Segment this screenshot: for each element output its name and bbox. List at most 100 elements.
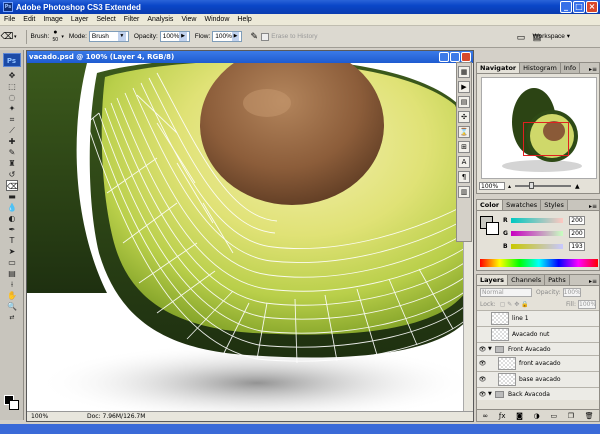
color-spectrum-bar[interactable] bbox=[480, 259, 598, 267]
clone-stamp-tool-icon[interactable]: ♜ bbox=[6, 158, 18, 169]
tab-color[interactable]: Color bbox=[477, 200, 504, 210]
menu-layer[interactable]: Layer bbox=[67, 16, 93, 23]
menu-view[interactable]: View bbox=[177, 16, 200, 23]
close-button[interactable]: × bbox=[586, 1, 598, 13]
tab-histogram[interactable]: Histogram bbox=[520, 63, 561, 73]
fill-input[interactable]: 100% bbox=[578, 299, 596, 309]
navigator-zoom-slider[interactable] bbox=[515, 182, 572, 189]
opacity-input[interactable]: 100% ▶ bbox=[159, 31, 190, 42]
eye-icon[interactable]: 👁 bbox=[477, 346, 488, 353]
zoom-tool-icon[interactable]: 🔍 bbox=[6, 301, 18, 312]
brushes-panel-icon[interactable]: ▦ bbox=[458, 66, 470, 78]
history-brush-tool-icon[interactable]: ↺ bbox=[6, 169, 18, 180]
actions-panel-icon[interactable]: ⊞ bbox=[458, 141, 470, 153]
hand-tool-icon[interactable]: ✋ bbox=[6, 290, 18, 301]
background-color-swatch[interactable] bbox=[9, 400, 19, 410]
doc-minimize-button[interactable] bbox=[439, 52, 449, 62]
document-size[interactable]: Doc: 7.96M/126.7M bbox=[87, 412, 145, 421]
swap-colors-icon[interactable]: ⇄ bbox=[6, 312, 18, 323]
navigator-thumbnail[interactable] bbox=[481, 77, 597, 179]
brushes-palette-icon[interactable]: ▭ bbox=[514, 30, 528, 44]
expand-triangle-icon[interactable]: ▼ bbox=[488, 391, 495, 397]
layer-comps-panel-icon[interactable]: ▤ bbox=[458, 96, 470, 108]
tab-styles[interactable]: Styles bbox=[541, 200, 568, 210]
maximize-button[interactable]: □ bbox=[573, 1, 585, 13]
red-slider[interactable] bbox=[511, 217, 563, 223]
tab-swatches[interactable]: Swatches bbox=[503, 200, 542, 210]
eraser-tool-preset-icon[interactable]: ⌫ bbox=[0, 30, 14, 44]
layer-row[interactable]: Avacado nut bbox=[477, 326, 599, 342]
path-selection-tool-icon[interactable]: ➤ bbox=[6, 246, 18, 257]
navigator-zoom-input[interactable]: 100% bbox=[479, 182, 505, 190]
layer-style-icon[interactable]: ƒx bbox=[499, 412, 506, 420]
new-layer-icon[interactable]: ❐ bbox=[568, 412, 574, 420]
measurement-log-panel-icon[interactable]: ▥ bbox=[458, 186, 470, 198]
adjustment-layer-icon[interactable]: ◑ bbox=[534, 412, 540, 420]
tab-navigator[interactable]: Navigator bbox=[477, 63, 521, 73]
blend-mode-select[interactable]: Normal bbox=[480, 287, 532, 297]
red-value-input[interactable]: 200 bbox=[569, 215, 585, 225]
lock-icons[interactable]: ▢ ✎ ✥ 🔒 bbox=[500, 301, 529, 308]
eye-icon[interactable]: 👁 bbox=[477, 391, 488, 398]
gradient-tool-icon[interactable]: ▬ bbox=[6, 191, 18, 202]
eye-icon[interactable]: 👁 bbox=[477, 376, 488, 383]
green-value-input[interactable]: 200 bbox=[569, 228, 585, 238]
layers-opacity-input[interactable]: 100% bbox=[562, 287, 581, 297]
green-slider[interactable] bbox=[511, 230, 563, 236]
blue-slider[interactable] bbox=[511, 243, 563, 249]
healing-brush-tool-icon[interactable]: ✚ bbox=[6, 136, 18, 147]
magic-wand-tool-icon[interactable]: ✦ bbox=[6, 103, 18, 114]
zoom-in-icon[interactable]: ▲ bbox=[575, 183, 580, 190]
layer-row[interactable]: 👁 base avacado bbox=[477, 371, 599, 387]
panel-menu-icon[interactable]: ▸≡ bbox=[589, 66, 599, 73]
doc-close-button[interactable] bbox=[461, 52, 471, 62]
blue-value-input[interactable]: 193 bbox=[569, 241, 585, 251]
eyedropper-tool-icon[interactable]: ⟊ bbox=[6, 279, 18, 290]
eraser-tool-icon[interactable]: ⌫ bbox=[6, 180, 18, 191]
rectangle-tool-icon[interactable]: ▭ bbox=[6, 257, 18, 268]
slider-knob[interactable] bbox=[529, 182, 535, 189]
expand-triangle-icon[interactable]: ▼ bbox=[488, 346, 495, 352]
mode-select[interactable]: Brush ▼ bbox=[88, 31, 129, 42]
type-tool-icon[interactable]: T bbox=[6, 235, 18, 246]
menu-window[interactable]: Window bbox=[200, 16, 233, 23]
doc-maximize-button[interactable] bbox=[450, 52, 460, 62]
panel-menu-icon[interactable]: ▸≡ bbox=[589, 203, 599, 210]
layer-group-row[interactable]: 👁 ▼ Front Avacado bbox=[477, 342, 599, 355]
dodge-tool-icon[interactable]: ◐ bbox=[6, 213, 18, 224]
new-group-icon[interactable]: ▭ bbox=[550, 412, 557, 420]
tab-layers[interactable]: Layers bbox=[477, 275, 509, 285]
minimize-button[interactable]: _ bbox=[560, 1, 572, 13]
blur-tool-icon[interactable]: 💧 bbox=[6, 202, 18, 213]
erase-to-history-checkbox[interactable] bbox=[261, 32, 270, 41]
brush-tool-icon[interactable]: ✎ bbox=[6, 147, 18, 158]
menu-select[interactable]: Select bbox=[92, 16, 119, 23]
link-layers-icon[interactable]: ∞ bbox=[482, 412, 488, 420]
tab-paths[interactable]: Paths bbox=[545, 275, 570, 285]
brush-dropdown-icon[interactable]: ▾ bbox=[61, 34, 64, 40]
airbrush-icon[interactable]: ✎ bbox=[247, 30, 261, 44]
zoom-level[interactable]: 100% bbox=[31, 412, 48, 421]
layer-mask-icon[interactable]: ◙ bbox=[516, 412, 523, 420]
history-panel-icon[interactable]: ⌛ bbox=[458, 126, 470, 138]
pen-tool-icon[interactable]: ✒ bbox=[6, 224, 18, 235]
tab-channels[interactable]: Channels bbox=[508, 275, 546, 285]
workspace-menu[interactable]: Workspace ▾ bbox=[533, 32, 570, 40]
flow-input[interactable]: 100% ▶ bbox=[212, 31, 243, 42]
zoom-out-icon[interactable]: ▴ bbox=[508, 183, 511, 190]
character-panel-icon[interactable]: A bbox=[458, 156, 470, 168]
menu-edit[interactable]: Edit bbox=[19, 16, 39, 23]
notes-tool-icon[interactable]: ▤ bbox=[6, 268, 18, 279]
panel-menu-icon[interactable]: ▸≡ bbox=[589, 278, 599, 285]
slice-tool-icon[interactable]: ⟋ bbox=[6, 125, 18, 136]
move-tool-icon[interactable]: ✥ bbox=[6, 70, 18, 81]
tool-presets-panel-icon[interactable]: ▶ bbox=[458, 81, 470, 93]
menu-filter[interactable]: Filter bbox=[120, 16, 144, 23]
tab-info[interactable]: Info bbox=[560, 63, 581, 73]
layer-row[interactable]: 👁 front avacado bbox=[477, 355, 599, 371]
document-canvas[interactable] bbox=[27, 63, 473, 411]
paragraph-panel-icon[interactable]: ¶ bbox=[458, 171, 470, 183]
layer-row[interactable]: line 1 bbox=[477, 310, 599, 326]
layer-group-row[interactable]: 👁 ▼ Back Avacoda bbox=[477, 387, 599, 400]
crop-tool-icon[interactable]: ⌗ bbox=[6, 114, 18, 125]
